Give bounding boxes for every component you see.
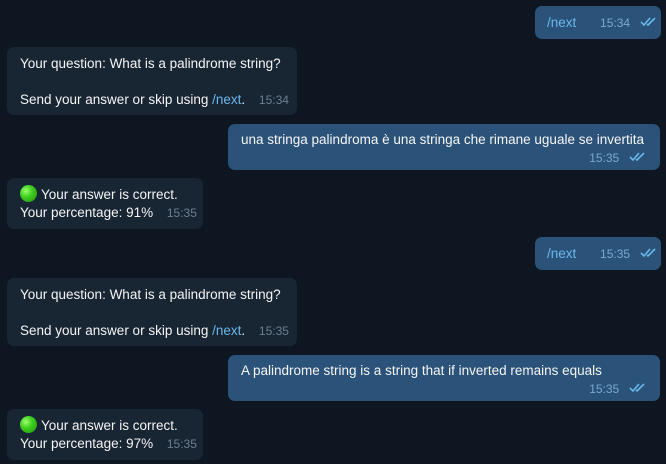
command-link[interactable]: /next [547,15,576,30]
chat-history: /next 15:34 Your question: What is a pal… [0,0,666,464]
incoming-message[interactable]: Your answer is correct. Your percentage:… [7,178,203,229]
instruction-text: Send your answer or skip using [20,323,213,338]
read-ticks-icon [640,14,658,32]
message-time: 15:34 [258,93,289,107]
read-ticks-icon [629,380,647,398]
message-time: 15:35 [166,206,197,220]
result-text: Your answer is correct. [41,418,178,433]
read-ticks-icon [629,149,647,167]
question-text: Your question: What is a palindrome stri… [20,287,281,302]
outgoing-message[interactable]: /next 15:35 [535,237,661,270]
green-circle-icon [20,416,37,433]
message-time: 15:35 [166,437,197,451]
question-text: Your question: What is a palindrome stri… [20,56,281,71]
message-time: 15:35 [589,382,620,396]
message-time: 15:35 [258,324,289,338]
answer-text: A palindrome string is a string that if … [241,363,602,378]
message-time: 15:34 [600,16,631,30]
outgoing-message[interactable]: una stringa palindroma è una stringa che… [228,124,660,170]
result-text: Your answer is correct. [41,187,178,202]
read-ticks-icon [640,245,658,263]
next-command-link[interactable]: /next [212,323,241,338]
incoming-message[interactable]: Your question: What is a palindrome stri… [7,47,297,115]
message-time: 15:35 [589,151,620,165]
percentage-text: Your percentage: 97% [20,436,154,451]
command-link[interactable]: /next [547,246,576,261]
green-circle-icon [20,185,37,202]
outgoing-message[interactable]: A palindrome string is a string that if … [228,355,660,401]
incoming-message[interactable]: Your question: What is a palindrome stri… [7,278,297,346]
instruction-suffix: . [241,323,246,338]
next-command-link[interactable]: /next [212,92,241,107]
message-time: 15:35 [600,247,631,261]
answer-text: una stringa palindroma è una stringa che… [241,132,644,147]
incoming-message[interactable]: Your answer is correct. Your percentage:… [7,409,203,460]
outgoing-message[interactable]: /next 15:34 [535,6,661,39]
percentage-text: Your percentage: 91% [20,205,154,220]
instruction-suffix: . [241,92,246,107]
instruction-text: Send your answer or skip using [20,92,213,107]
